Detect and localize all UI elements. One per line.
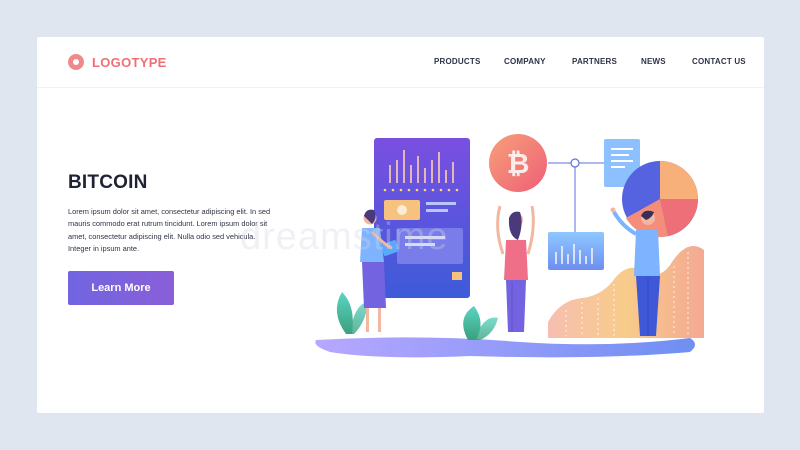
nav-partners[interactable]: PARTNERS bbox=[572, 57, 617, 66]
landing-card: LOGOTYPE PRODUCTS COMPANY PARTNERS NEWS … bbox=[37, 37, 764, 413]
hero-description: Lorem ipsum dolor sit amet, consectetur … bbox=[68, 207, 271, 253]
site-header: LOGOTYPE PRODUCTS COMPANY PARTNERS NEWS … bbox=[37, 37, 764, 88]
nav-contact-us[interactable]: CONTACT US bbox=[692, 57, 746, 66]
nav-news[interactable]: NEWS bbox=[641, 57, 666, 66]
main-nav: PRODUCTS COMPANY PARTNERS NEWS CONTACT U… bbox=[37, 57, 764, 71]
nav-company[interactable]: COMPANY bbox=[504, 57, 546, 66]
hero-title: BITCOIN bbox=[68, 172, 148, 193]
nav-products[interactable]: PRODUCTS bbox=[434, 57, 481, 66]
learn-more-button[interactable]: Learn More bbox=[68, 271, 174, 305]
